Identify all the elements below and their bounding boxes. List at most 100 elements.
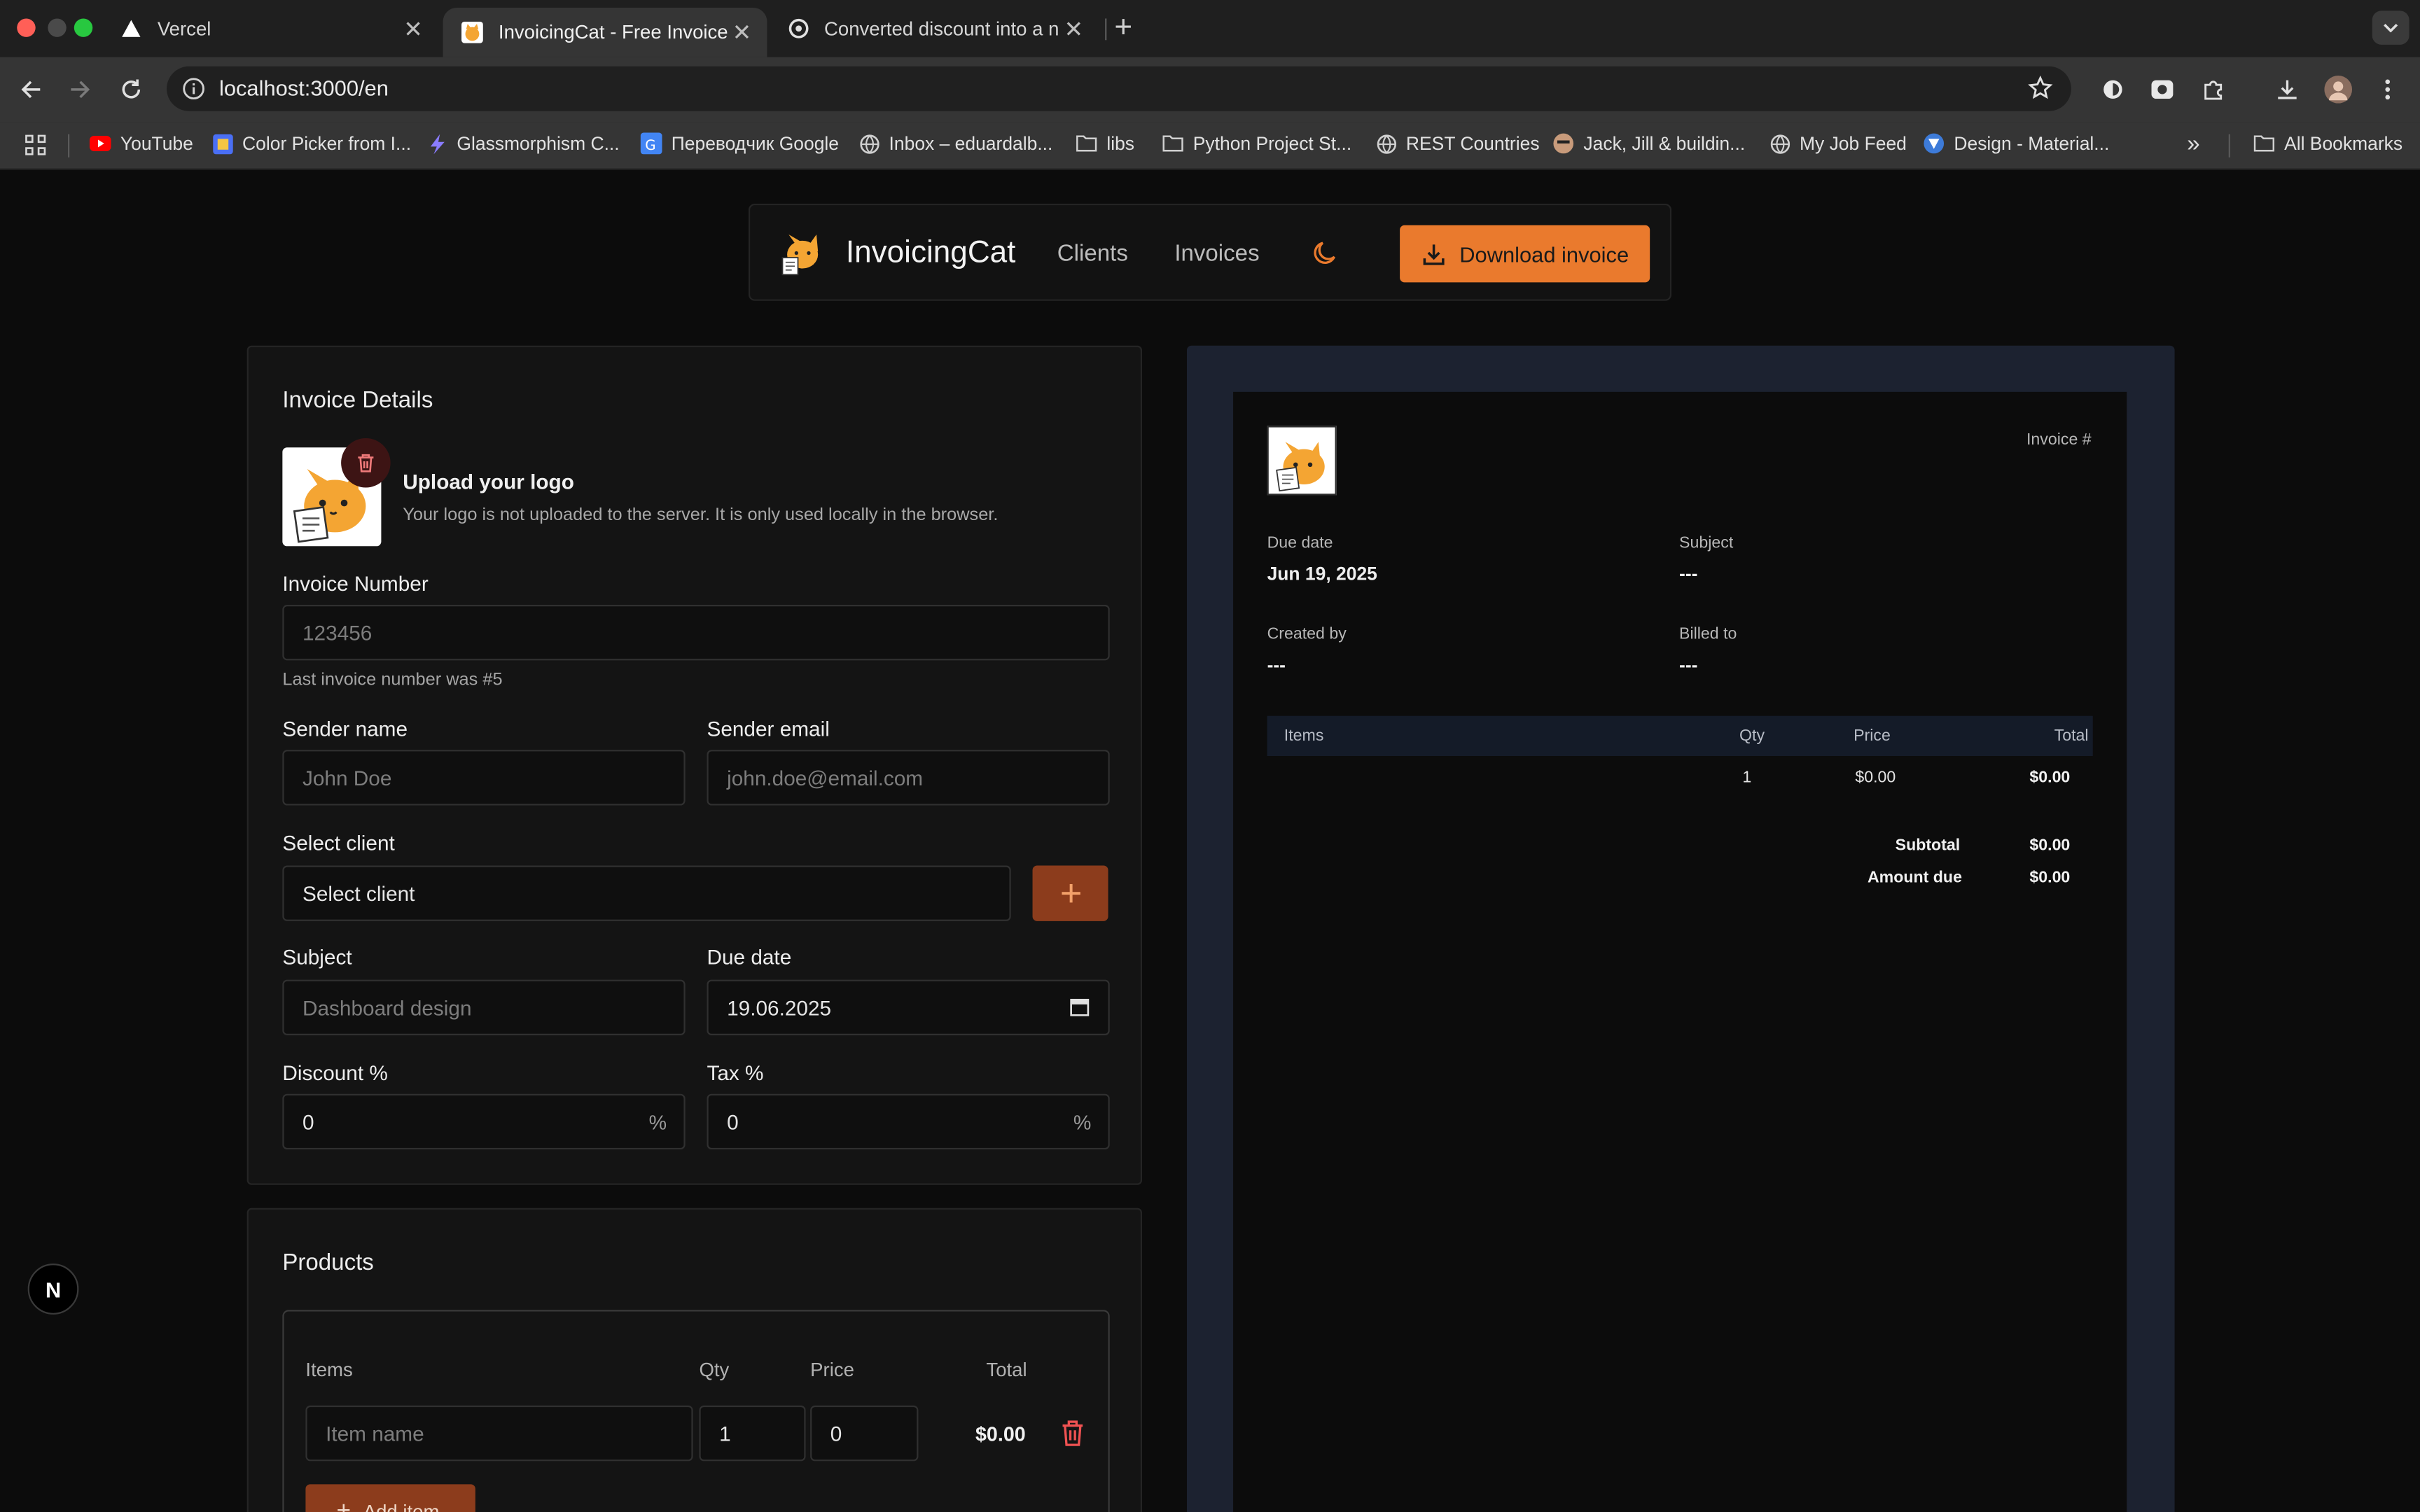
downloads-icon[interactable] <box>2272 74 2302 105</box>
bookmark-color-picker[interactable]: Color Picker from I... <box>211 132 412 155</box>
back-icon[interactable] <box>14 73 48 106</box>
bookmark-job-feed[interactable]: My Job Feed <box>1769 132 1907 155</box>
select-client-dropdown[interactable]: Select client <box>282 865 1011 921</box>
bookmark-label: All Bookmarks <box>2284 132 2403 155</box>
google-translate-icon: G <box>640 132 662 155</box>
percent-suffix: % <box>1073 1110 1092 1135</box>
maximize-window-button[interactable] <box>74 18 93 37</box>
bookmark-label: YouTube <box>120 132 193 155</box>
plus-icon <box>1061 883 1080 903</box>
tab-separator <box>1105 18 1107 41</box>
password-manager-icon[interactable] <box>2097 74 2128 105</box>
close-window-button[interactable] <box>17 18 36 37</box>
preview-header-price: Price <box>1854 727 1891 746</box>
logo-upload-preview[interactable] <box>282 438 391 547</box>
sender-email-input[interactable]: john.doe@email.com <box>707 750 1110 806</box>
nextjs-dev-badge[interactable]: N <box>27 1264 79 1315</box>
remove-logo-button[interactable] <box>341 438 391 488</box>
tax-input[interactable]: 0 % <box>707 1093 1110 1150</box>
tab-github[interactable]: Converted discount into a num ✕ <box>769 0 1099 57</box>
bookmark-label: Jack, Jill & buildin... <box>1583 132 1746 155</box>
discount-input[interactable]: 0 % <box>282 1093 686 1150</box>
sender-name-input[interactable]: John Doe <box>282 750 686 806</box>
delete-item-trash-icon[interactable] <box>1060 1420 1085 1455</box>
minimize-window-button[interactable] <box>48 18 67 37</box>
theme-toggle-moon-icon[interactable] <box>1312 239 1340 275</box>
bookmark-folder-libs[interactable]: libs <box>1076 133 1134 154</box>
due-date-input[interactable]: 19.06.2025 <box>707 979 1110 1035</box>
cat-logo-icon <box>781 234 819 276</box>
tab-title: Converted discount into a num <box>823 18 1059 40</box>
bookmark-youtube[interactable]: YouTube <box>89 132 193 155</box>
globe-icon <box>1769 133 1790 155</box>
nav-link-clients[interactable]: Clients <box>1057 241 1128 267</box>
more-bookmarks-icon[interactable]: » <box>2187 131 2199 157</box>
site-info-icon[interactable] <box>182 77 205 108</box>
due-date-value: 19.06.2025 <box>727 995 832 1019</box>
bookmark-label: Переводчик Google <box>671 132 840 155</box>
material-design-icon <box>1923 133 1945 155</box>
subject-input[interactable]: Dashboard design <box>282 979 686 1035</box>
bookmark-label: My Job Feed <box>1799 132 1907 155</box>
app-page: InvoicingCat Clients Invoices Download i… <box>0 169 2420 1512</box>
bookmark-glassmorphism[interactable]: Glassmorphism C... <box>426 133 620 154</box>
profile-avatar[interactable] <box>2323 74 2353 105</box>
column-header-total: Total <box>986 1359 1027 1381</box>
browser-tab-bar: Vercel ✕ InvoicingCat - Free Invoice Ge … <box>0 0 2420 57</box>
add-client-button[interactable] <box>1032 865 1108 921</box>
brand-name: InvoicingCat <box>845 235 1016 270</box>
bookmark-label: REST Countries <box>1405 132 1540 155</box>
tab-title: InvoicingCat - Free Invoice Ge <box>498 21 733 43</box>
forward-icon[interactable] <box>63 73 97 106</box>
close-tab-icon[interactable]: ✕ <box>1064 15 1084 43</box>
tab-search-button[interactable] <box>2372 10 2409 45</box>
bookmark-rest-countries[interactable]: REST Countries <box>1375 132 1540 155</box>
nav-link-invoices[interactable]: Invoices <box>1174 241 1259 267</box>
bookmark-google-translate[interactable]: G Переводчик Google <box>640 132 840 155</box>
preview-row-total: $0.00 <box>2029 768 2071 788</box>
vercel-icon <box>120 18 142 39</box>
plus-icon: + <box>336 1498 352 1512</box>
product-items-table: Items Qty Price Total Item name 1 0 $0.0… <box>282 1310 1110 1512</box>
all-bookmarks-button[interactable]: All Bookmarks <box>2253 132 2403 155</box>
youtube-icon <box>89 133 111 155</box>
browser-menu-icon[interactable] <box>2372 74 2403 105</box>
bookmark-design-material[interactable]: Design - Material... <box>1923 132 2110 155</box>
preview-row-qty: 1 <box>1742 768 1752 788</box>
tax-value: 0 <box>727 1110 739 1133</box>
add-item-button[interactable]: + Add item <box>305 1484 475 1512</box>
invoice-number-input[interactable]: 123456 <box>282 605 1110 661</box>
close-tab-icon[interactable]: ✕ <box>403 15 423 43</box>
download-invoice-button[interactable]: Download invoice <box>1400 225 1650 283</box>
bookmark-inbox[interactable]: Inbox – eduardalb... <box>858 133 1052 154</box>
bookmark-label: Color Picker from I... <box>242 132 412 155</box>
item-qty-input[interactable]: 1 <box>699 1405 806 1462</box>
bookmark-label: Design - Material... <box>1954 132 2110 155</box>
folder-icon <box>1162 133 1184 155</box>
preview-row-price: $0.00 <box>1855 768 1896 788</box>
preview-invoice-number-label: Invoice # <box>2026 430 2092 449</box>
tab-vercel[interactable]: Vercel ✕ <box>102 0 438 57</box>
trash-icon <box>358 454 374 472</box>
close-tab-icon[interactable]: ✕ <box>732 18 752 46</box>
reload-icon[interactable] <box>114 73 148 106</box>
preview-billed-to: --- <box>1679 654 1698 676</box>
screenshot-extension-icon[interactable] <box>2147 74 2178 105</box>
preview-amount-due: $0.00 <box>2029 868 2071 888</box>
calendar-icon[interactable] <box>1069 997 1090 1021</box>
tab-invoicingcat[interactable]: InvoicingCat - Free Invoice Ge ✕ <box>443 8 767 57</box>
screen: Vercel ✕ InvoicingCat - Free Invoice Ge … <box>0 0 2420 1512</box>
preview-subtotal-label: Subtotal <box>1895 836 1961 855</box>
new-tab-icon[interactable]: + <box>1114 10 1132 46</box>
bookmark-star-icon[interactable] <box>2028 75 2053 108</box>
bookmark-jack-jill[interactable]: Jack, Jill & buildin... <box>1552 132 1746 155</box>
invoice-details-card: Invoice Details Upload your logo Your lo… <box>246 345 1143 1185</box>
item-price-input[interactable]: 0 <box>810 1405 919 1462</box>
item-name-input[interactable]: Item name <box>305 1405 693 1462</box>
apps-grid-icon[interactable] <box>25 134 46 156</box>
brand-link[interactable]: InvoicingCat <box>781 230 1015 276</box>
due-date-label: Due date <box>707 946 792 969</box>
bookmark-folder-python[interactable]: Python Project St... <box>1162 133 1351 155</box>
extensions-puzzle-icon[interactable] <box>2198 74 2229 105</box>
address-bar[interactable]: localhost:3000/en <box>167 66 2071 111</box>
